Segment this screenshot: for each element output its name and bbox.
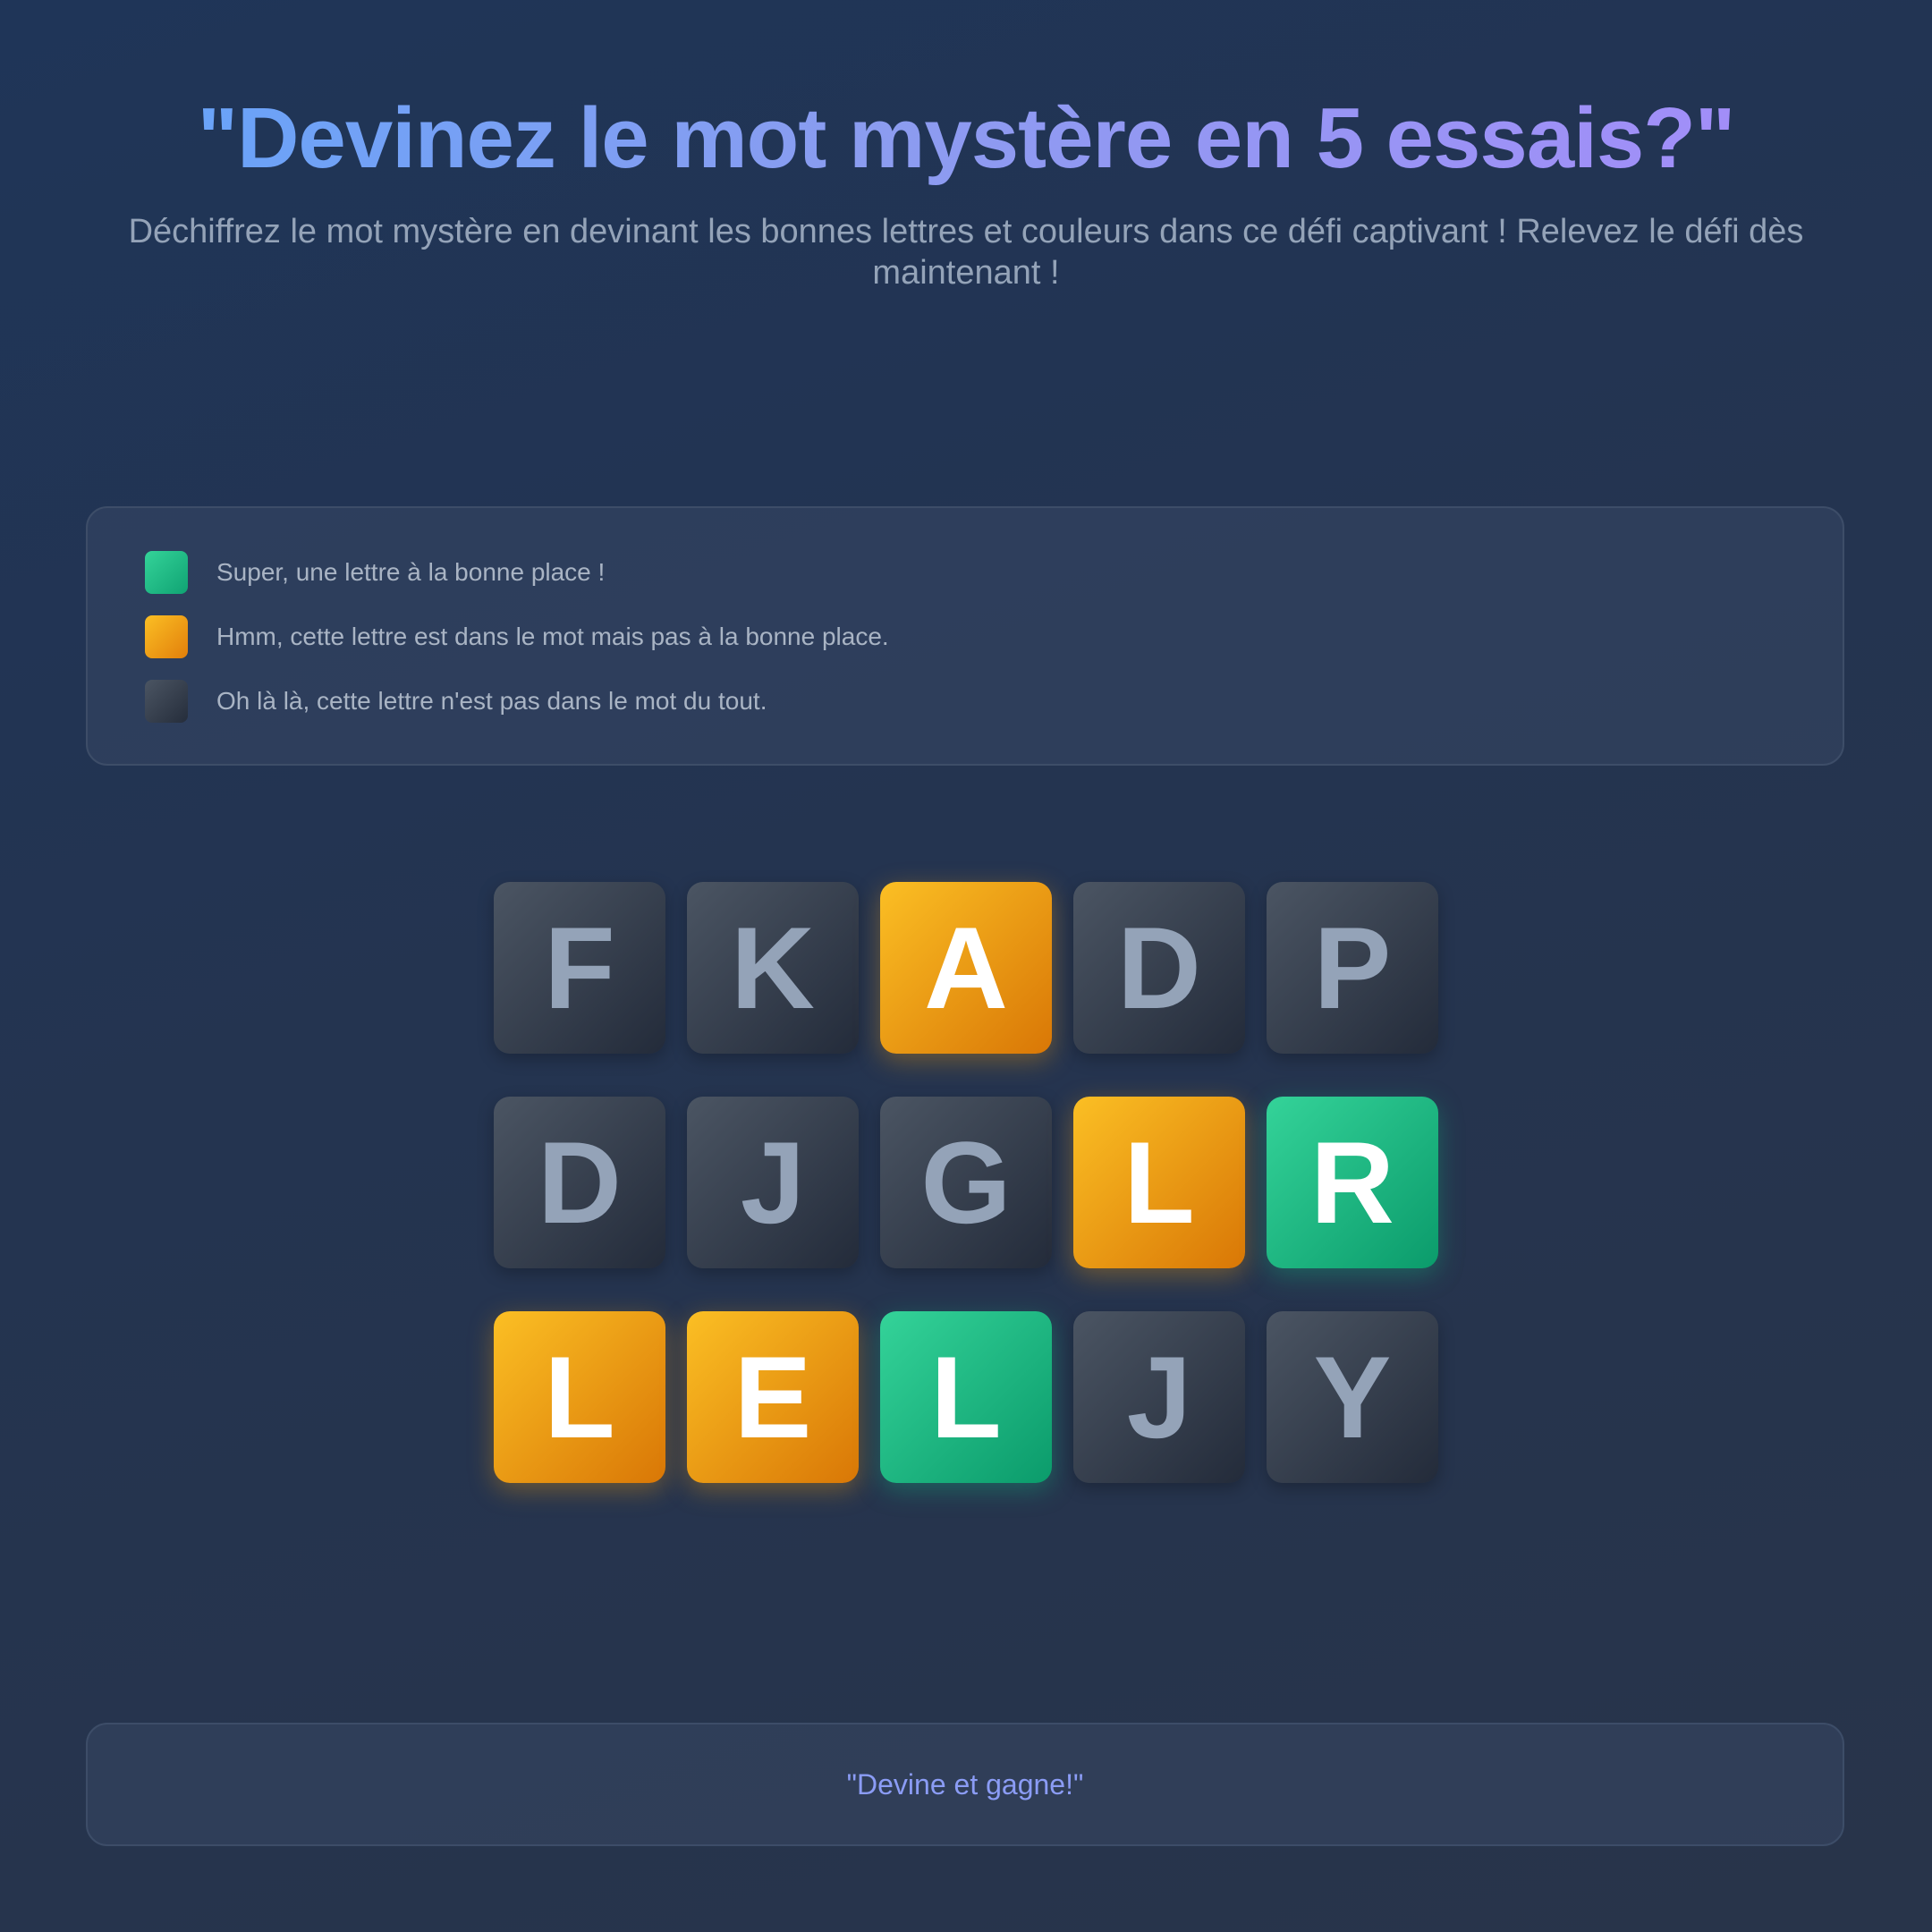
letter-tile: L — [1073, 1097, 1245, 1268]
game-page: "Devinez le mot mystère en 5 essais?" Dé… — [0, 0, 1932, 1932]
guess-board: F K A D P D J G L R L E L J Y — [494, 882, 1438, 1483]
absent-swatch — [145, 680, 188, 723]
page-subtitle: Déchiffrez le mot mystère en devinant le… — [128, 213, 1804, 292]
guess-row-3: L E L J Y — [494, 1311, 1438, 1483]
letter-tile: E — [687, 1311, 859, 1483]
legend-item-absent: Oh là là, cette lettre n'est pas dans le… — [145, 680, 1785, 723]
letter-tile: D — [494, 1097, 665, 1268]
legend-label: Oh là là, cette lettre n'est pas dans le… — [216, 687, 767, 715]
legend-label: Hmm, cette lettre est dans le mot mais p… — [216, 623, 889, 650]
letter-tile: G — [880, 1097, 1052, 1268]
footer-banner: "Devine et gagne!" — [86, 1723, 1844, 1846]
letter-tile: A — [880, 882, 1052, 1054]
letter-tile: J — [687, 1097, 859, 1268]
letter-tile: D — [1073, 882, 1245, 1054]
footer-slogan: "Devine et gagne!" — [846, 1767, 1084, 1801]
legend-item-correct: Super, une lettre à la bonne place ! — [145, 551, 1785, 594]
letter-tile: L — [494, 1311, 665, 1483]
letter-tile: P — [1267, 882, 1438, 1054]
letter-tile: R — [1267, 1097, 1438, 1268]
present-swatch — [145, 615, 188, 658]
letter-tile: J — [1073, 1311, 1245, 1483]
letter-tile: F — [494, 882, 665, 1054]
correct-swatch — [145, 551, 188, 594]
letter-tile: L — [880, 1311, 1052, 1483]
legend-item-present: Hmm, cette lettre est dans le mot mais p… — [145, 615, 1785, 658]
letter-tile: K — [687, 882, 859, 1054]
letter-tile: Y — [1267, 1311, 1438, 1483]
legend-panel: Super, une lettre à la bonne place ! Hmm… — [86, 506, 1844, 766]
guess-row-2: D J G L R — [494, 1097, 1438, 1268]
legend-label: Super, une lettre à la bonne place ! — [216, 558, 606, 586]
guess-row-1: F K A D P — [494, 882, 1438, 1054]
page-title: "Devinez le mot mystère en 5 essais?" — [0, 89, 1932, 188]
